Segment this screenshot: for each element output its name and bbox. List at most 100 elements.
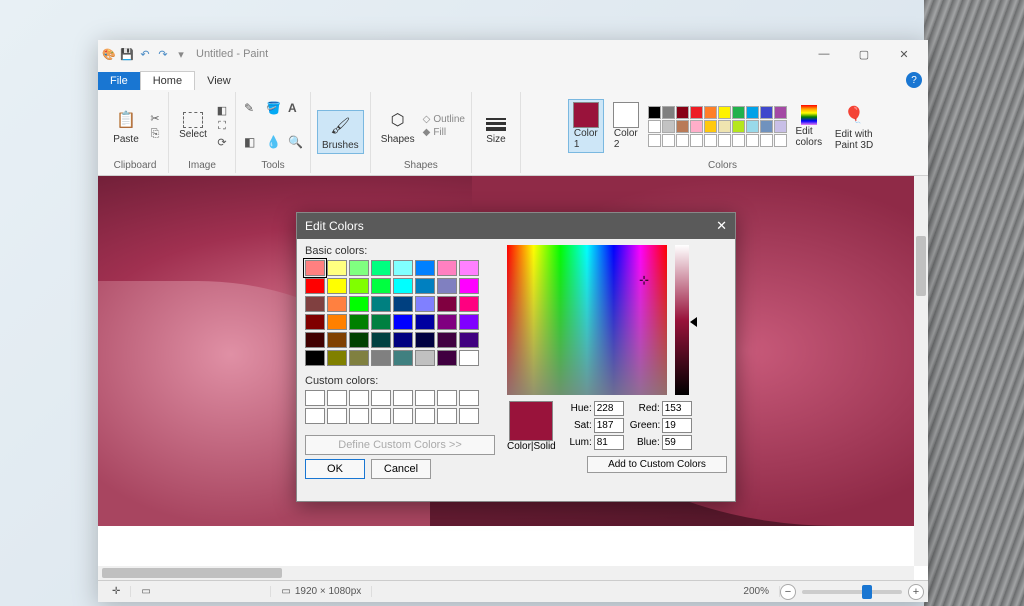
basic-color-swatch[interactable] — [349, 350, 369, 366]
palette-swatch[interactable] — [774, 120, 787, 133]
basic-color-swatch[interactable] — [371, 278, 391, 294]
basic-color-swatch[interactable] — [327, 314, 347, 330]
hscroll-thumb[interactable] — [102, 568, 282, 578]
palette-swatch[interactable] — [648, 106, 661, 119]
gradient-crosshair[interactable]: ⊹ — [639, 273, 649, 283]
basic-color-swatch[interactable] — [327, 260, 347, 276]
basic-color-swatch[interactable] — [371, 332, 391, 348]
fill-icon[interactable]: 🪣 — [266, 101, 282, 117]
zoom-out-button[interactable]: − — [780, 584, 796, 600]
basic-color-swatch[interactable] — [371, 260, 391, 276]
basic-color-swatch[interactable] — [371, 314, 391, 330]
palette-swatch[interactable] — [648, 134, 661, 147]
basic-color-swatch[interactable] — [349, 278, 369, 294]
palette-swatch[interactable] — [690, 120, 703, 133]
basic-color-swatch[interactable] — [305, 314, 325, 330]
basic-color-swatch[interactable] — [393, 350, 413, 366]
zoom-in-button[interactable]: + — [908, 584, 924, 600]
color-palette[interactable] — [648, 106, 787, 147]
basic-color-swatch[interactable] — [349, 332, 369, 348]
redo-icon[interactable]: ↷ — [156, 47, 170, 61]
palette-swatch[interactable] — [662, 134, 675, 147]
maximize-button[interactable]: ▢ — [844, 42, 884, 66]
basic-color-swatch[interactable] — [437, 314, 457, 330]
basic-color-swatch[interactable] — [349, 314, 369, 330]
luminosity-arrow[interactable] — [690, 317, 697, 327]
basic-color-swatch[interactable] — [305, 260, 325, 276]
basic-color-swatch[interactable] — [393, 332, 413, 348]
basic-color-swatch[interactable] — [305, 350, 325, 366]
basic-color-swatch[interactable] — [305, 296, 325, 312]
palette-swatch[interactable] — [732, 106, 745, 119]
basic-color-swatch[interactable] — [393, 314, 413, 330]
palette-swatch[interactable] — [690, 134, 703, 147]
close-button[interactable]: ✕ — [884, 42, 924, 66]
palette-swatch[interactable] — [760, 120, 773, 133]
palette-swatch[interactable] — [746, 106, 759, 119]
pencil-icon[interactable]: ✎ — [244, 101, 260, 117]
basic-color-swatch[interactable] — [459, 314, 479, 330]
palette-swatch[interactable] — [718, 120, 731, 133]
basic-color-swatch[interactable] — [415, 278, 435, 294]
tab-view[interactable]: View — [195, 72, 243, 90]
palette-swatch[interactable] — [676, 134, 689, 147]
red-input[interactable] — [662, 401, 692, 416]
basic-color-swatch[interactable] — [349, 260, 369, 276]
rotate-icon[interactable]: ⟳ — [215, 135, 229, 149]
sat-input[interactable] — [594, 418, 624, 433]
basic-color-swatch[interactable] — [459, 332, 479, 348]
basic-color-swatch[interactable] — [327, 278, 347, 294]
basic-color-swatch[interactable] — [415, 260, 435, 276]
palette-swatch[interactable] — [704, 120, 717, 133]
size-button[interactable]: Size — [478, 116, 514, 147]
zoom-slider-thumb[interactable] — [862, 585, 872, 599]
basic-color-swatch[interactable] — [349, 296, 369, 312]
basic-color-swatch[interactable] — [327, 350, 347, 366]
resize-icon[interactable]: ⛶ — [215, 119, 229, 133]
palette-swatch[interactable] — [662, 120, 675, 133]
shape-outline[interactable]: ◇Outline — [423, 114, 465, 125]
palette-swatch[interactable] — [760, 106, 773, 119]
minimize-button[interactable]: — — [804, 42, 844, 66]
basic-color-swatch[interactable] — [371, 296, 391, 312]
palette-swatch[interactable] — [718, 134, 731, 147]
palette-swatch[interactable] — [704, 134, 717, 147]
custom-colors-grid[interactable] — [305, 390, 495, 424]
basic-color-swatch[interactable] — [327, 332, 347, 348]
palette-swatch[interactable] — [774, 106, 787, 119]
crop-icon[interactable]: ◧ — [215, 103, 229, 117]
palette-swatch[interactable] — [718, 106, 731, 119]
basic-color-swatch[interactable] — [415, 314, 435, 330]
qat-dropdown-icon[interactable]: ▾ — [174, 47, 188, 61]
edit-colors-button[interactable]: Edit colors — [791, 103, 827, 150]
vscroll-thumb[interactable] — [916, 236, 926, 296]
paste-button[interactable]: 📋 Paste — [108, 105, 144, 147]
palette-swatch[interactable] — [676, 106, 689, 119]
zoom-slider[interactable] — [802, 590, 902, 594]
add-custom-color-button[interactable]: Add to Custom Colors — [587, 456, 727, 473]
basic-color-swatch[interactable] — [415, 350, 435, 366]
basic-color-swatch[interactable] — [459, 260, 479, 276]
basic-color-swatch[interactable] — [437, 296, 457, 312]
palette-swatch[interactable] — [732, 134, 745, 147]
color1-button[interactable]: Color 1 — [568, 99, 604, 153]
basic-color-swatch[interactable] — [437, 278, 457, 294]
basic-color-swatch[interactable] — [305, 332, 325, 348]
text-icon[interactable]: A — [288, 101, 304, 117]
paint3d-button[interactable]: 🎈 Edit with Paint 3D — [831, 100, 877, 153]
palette-swatch[interactable] — [746, 134, 759, 147]
palette-swatch[interactable] — [676, 120, 689, 133]
color-gradient-picker[interactable]: ⊹ — [507, 245, 667, 395]
palette-swatch[interactable] — [760, 134, 773, 147]
palette-swatch[interactable] — [774, 134, 787, 147]
basic-color-swatch[interactable] — [305, 278, 325, 294]
shapes-button[interactable]: ⬡ Shapes — [377, 105, 419, 147]
copy-icon[interactable]: ⎘ — [148, 127, 162, 141]
basic-color-swatch[interactable] — [437, 260, 457, 276]
hue-input[interactable] — [594, 401, 624, 416]
help-icon[interactable]: ? — [906, 72, 922, 88]
palette-swatch[interactable] — [732, 120, 745, 133]
shape-fill[interactable]: ◆Fill — [423, 127, 465, 138]
tab-home[interactable]: Home — [140, 71, 195, 90]
magnifier-icon[interactable]: 🔍 — [288, 135, 304, 151]
